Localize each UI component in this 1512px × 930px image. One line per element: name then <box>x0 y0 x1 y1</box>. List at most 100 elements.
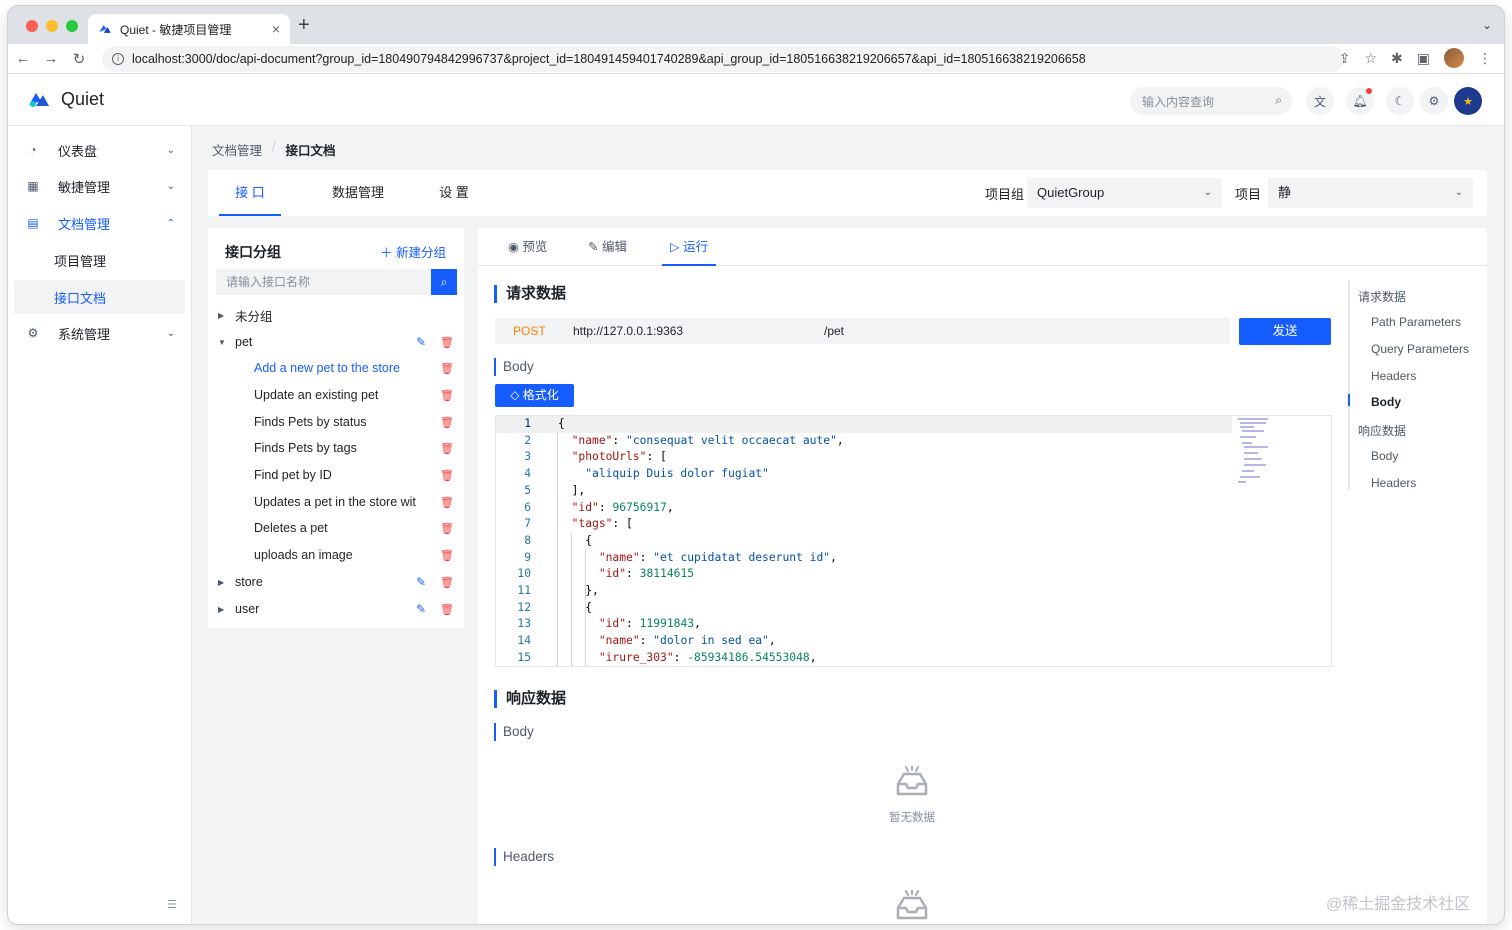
settings-button[interactable]: ⚙ <box>1420 87 1448 115</box>
delete-icon[interactable]: 🗑︎ <box>440 336 454 349</box>
tree-api-item[interactable]: Finds Pets by status 🗑︎ <box>208 409 464 435</box>
extensions-puzzle-icon[interactable]: ✱ <box>1391 50 1403 67</box>
subtab-preview[interactable]: ◉ 预览 <box>500 228 555 266</box>
sidebar-item-api-docs[interactable]: 接口文档 <box>14 280 185 314</box>
collapse-sidebar-icon[interactable]: ☰ <box>164 898 180 914</box>
back-arrow-icon[interactable]: ← <box>10 50 36 67</box>
project-group-select[interactable]: QuietGroup ⌄ <box>1027 178 1222 208</box>
delete-icon[interactable]: 🗑︎ <box>440 549 454 562</box>
sidebar-item-agile[interactable]: ▦ 敏捷管理 ⌄ <box>14 169 185 203</box>
plus-icon: ＋ <box>380 246 396 260</box>
tree-api-item[interactable]: uploads an image 🗑︎ <box>208 542 464 568</box>
sidebar-item-docs[interactable]: ▤ 文档管理 ⌃ <box>14 206 185 240</box>
delete-icon[interactable]: 🗑︎ <box>440 576 454 589</box>
global-search-input[interactable]: 输入内容查询 ⌕ <box>1130 87 1292 115</box>
tab-settings[interactable]: 设 置 <box>426 170 482 216</box>
delete-icon[interactable]: 🗑︎ <box>440 416 454 429</box>
tree-api-item[interactable]: Add a new pet to the store 🗑︎ <box>208 355 464 381</box>
anchor-request-data[interactable]: 请求数据 <box>1358 288 1406 305</box>
sidebar-item-system[interactable]: ⚙ 系统管理 ⌄ <box>14 316 185 350</box>
delete-icon[interactable]: 🗑︎ <box>440 442 454 455</box>
api-search-input[interactable]: 请输入接口名称 <box>216 269 432 295</box>
search-icon[interactable]: ⌕ <box>1275 93 1282 108</box>
reload-icon[interactable]: ↻ <box>66 50 92 68</box>
anchor-query-parameters[interactable]: Query Parameters <box>1371 342 1469 356</box>
close-window-button[interactable] <box>26 20 38 32</box>
edit-icon[interactable]: ✎ <box>416 602 426 616</box>
tree-api-item[interactable]: Update an existing pet 🗑︎ <box>208 382 464 408</box>
search-icon: ⌕ <box>440 274 448 289</box>
delete-icon[interactable]: 🗑︎ <box>440 469 454 482</box>
user-avatar[interactable]: ★ <box>1454 87 1482 115</box>
response-body-empty: 暂无数据 <box>866 765 958 825</box>
new-group-button[interactable]: ＋ 新建分组 <box>380 242 446 261</box>
delete-icon[interactable]: 🗑︎ <box>440 603 454 616</box>
browser-tab-quiet[interactable]: Quiet - 敏捷项目管理 × <box>88 14 290 44</box>
watermark: @稀土掘金技术社区 <box>1326 896 1471 913</box>
code-line: 1{ <box>496 416 1232 433</box>
tree-api-item[interactable]: Find pet by ID 🗑︎ <box>208 462 464 488</box>
share-icon[interactable]: ⇪ <box>1339 50 1351 67</box>
line-number: 8 <box>524 533 531 547</box>
tree-group-ungrouped[interactable]: ▶ 未分组 <box>208 302 464 328</box>
theme-toggle-button[interactable]: ☾ <box>1386 87 1414 115</box>
notification-button[interactable]: 🔔︎ <box>1346 87 1374 115</box>
new-tab-button[interactable]: + <box>298 15 310 35</box>
api-search-button[interactable]: ⌕ <box>431 269 457 295</box>
delete-icon[interactable]: 🗑︎ <box>440 522 454 535</box>
tree-label: store <box>235 575 263 589</box>
line-number: 5 <box>524 483 531 497</box>
tab-data-manage[interactable]: 数据管理 <box>320 170 396 216</box>
response-headers-empty <box>866 889 958 924</box>
tree-group-user[interactable]: ▶ user ✎ 🗑︎ <box>208 596 464 622</box>
sidebar-item-label: 仪表盘 <box>58 143 98 159</box>
anchor-path-parameters[interactable]: Path Parameters <box>1371 315 1461 329</box>
tree-label: pet <box>235 335 253 349</box>
subtab-run[interactable]: ▷ 运行 <box>662 228 717 266</box>
edit-icon[interactable]: ✎ <box>416 335 426 349</box>
minimize-window-button[interactable] <box>46 20 58 32</box>
subtab-edit[interactable]: ✎ 编辑 <box>580 228 635 266</box>
tree-group-pet[interactable]: ▼ pet ✎ 🗑︎ <box>208 329 464 355</box>
sidebar-item-dashboard[interactable]: ◔ 仪表盘 ⌄ <box>14 133 185 167</box>
browser-menu-icon[interactable]: ⋮ <box>1478 50 1492 67</box>
delete-icon[interactable]: 🗑︎ <box>440 496 454 509</box>
anchor-active-mark <box>1348 394 1350 406</box>
tree-api-item[interactable]: Finds Pets by tags 🗑︎ <box>208 435 464 461</box>
delete-icon[interactable]: 🗑︎ <box>440 362 454 375</box>
eye-icon: ◉ <box>508 240 523 254</box>
delete-icon[interactable]: 🗑︎ <box>440 389 454 402</box>
tree-api-item[interactable]: Deletes a pet 🗑︎ <box>208 515 464 541</box>
sidebar-item-label: 文档管理 <box>58 216 111 232</box>
tab-search-chevron-icon[interactable]: ⌄ <box>1482 18 1492 32</box>
project-select[interactable]: 静 ⌄ <box>1268 178 1473 208</box>
sidepanel-icon[interactable]: ▣ <box>1417 50 1430 67</box>
anchor-request-body[interactable]: Body <box>1371 395 1401 409</box>
anchor-response-headers[interactable]: Headers <box>1371 476 1416 490</box>
tab-api[interactable]: 接 口 <box>219 170 281 216</box>
forward-arrow-icon[interactable]: → <box>38 50 64 67</box>
send-button[interactable]: 发送 <box>1239 318 1331 345</box>
anchor-response-body[interactable]: Body <box>1371 449 1398 463</box>
site-info-icon[interactable]: i <box>112 53 124 65</box>
profile-avatar[interactable] <box>1444 48 1464 68</box>
format-button[interactable]: ◇ 格式化 <box>495 384 574 407</box>
anchor-request-headers[interactable]: Headers <box>1371 369 1416 383</box>
maximize-window-button[interactable] <box>66 20 78 32</box>
code-line: 14 "name": "dolor in sed ea", <box>496 633 1331 650</box>
line-number: 10 <box>517 567 531 581</box>
url-field[interactable]: i localhost:3000/doc/api-document?group_… <box>102 46 1344 72</box>
json-code-editor[interactable]: 1{2 "name": "consequat velit occaecat au… <box>495 415 1332 667</box>
bookmark-star-icon[interactable]: ☆ <box>1364 50 1377 67</box>
breadcrumb-parent[interactable]: 文档管理 <box>212 140 262 159</box>
tree-group-store[interactable]: ▶ store ✎ 🗑︎ <box>208 569 464 595</box>
anchor-response-data[interactable]: 响应数据 <box>1358 422 1406 439</box>
pencil-icon: ✎ <box>588 240 602 254</box>
tab-close-icon[interactable]: × <box>272 21 280 37</box>
language-translate-button[interactable]: 文 <box>1306 87 1334 115</box>
edit-icon[interactable]: ✎ <box>416 575 426 589</box>
tree-api-item[interactable]: Updates a pet in the store wit 🗑︎ <box>208 489 464 515</box>
tree-label: Finds Pets by tags <box>254 441 357 455</box>
caret-down-icon: ▼ <box>218 337 226 347</box>
sidebar-item-project-manage[interactable]: 项目管理 <box>14 243 185 277</box>
